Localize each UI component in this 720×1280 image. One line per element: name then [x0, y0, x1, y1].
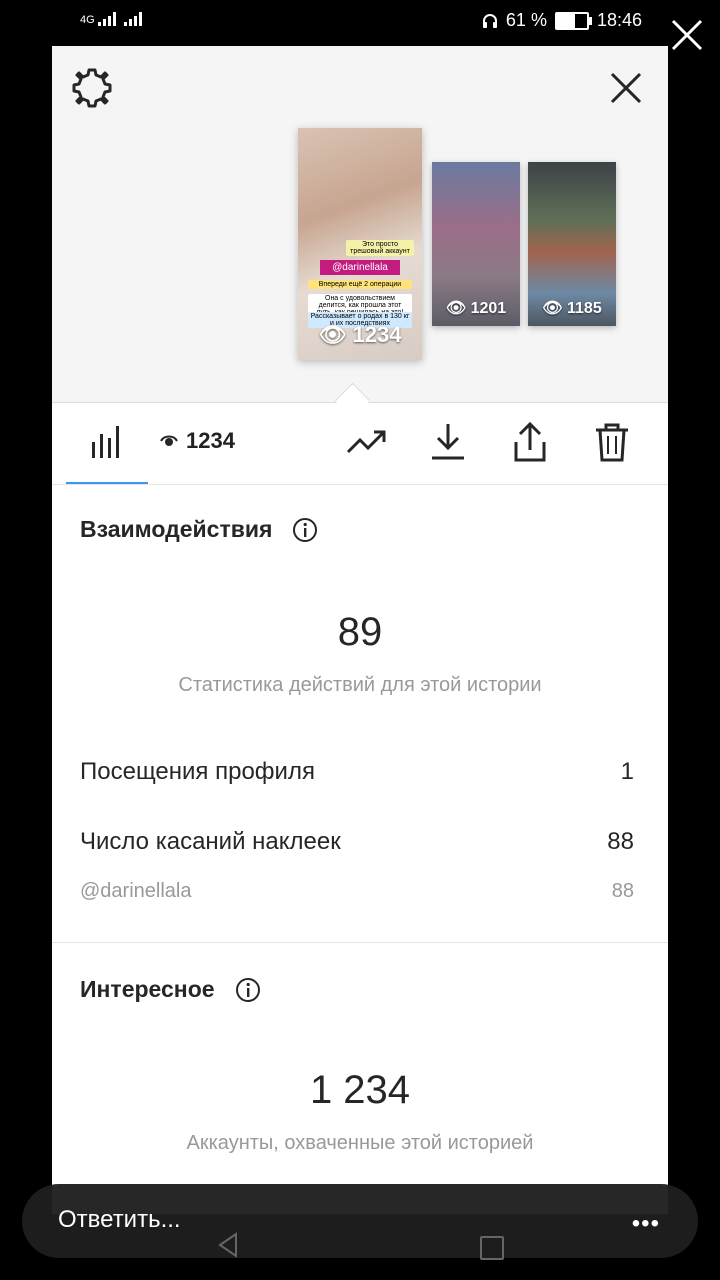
story-views: 👁 1234 — [318, 322, 402, 347]
eye-icon: 👁 — [542, 300, 568, 317]
status-right: 61 % 18:46 — [482, 10, 642, 31]
headphones-icon — [482, 13, 497, 28]
battery-fill — [556, 13, 576, 28]
interactions-header: Взаимодействия — [80, 516, 318, 543]
section-title: Взаимодействия — [80, 516, 273, 542]
tab-insights[interactable] — [66, 402, 148, 484]
interactions-total: 89 — [337, 610, 383, 654]
stat-row-mention[interactable]: @darinellala 88 — [80, 880, 634, 903]
info-icon[interactable] — [292, 517, 318, 543]
discovery-header: Интересное — [80, 976, 261, 1003]
section-title: Интересное — [80, 976, 215, 1002]
eye-icon — [160, 435, 178, 446]
reach-total: 1 234 — [309, 1068, 411, 1112]
story-views: 👁 1201 — [445, 300, 507, 317]
viewers-count: 1234 — [186, 428, 235, 453]
gear-icon[interactable] — [70, 66, 114, 110]
story-sticker: Это просто трешовый аккаунт — [346, 240, 414, 256]
nav-back-icon[interactable] — [216, 1232, 240, 1258]
story-views: 👁 1185 — [542, 300, 602, 317]
stat-row-profile-visits: Посещения профиля 1 — [80, 758, 634, 786]
insights-sheet: Это просто трешовый аккаунт @darinellala… — [52, 46, 668, 1214]
trash-icon[interactable] — [590, 420, 634, 464]
close-overlay-icon[interactable] — [670, 18, 704, 52]
story-toolbar: 1234 — [52, 402, 668, 485]
mention-sticker: @darinellala — [320, 260, 400, 275]
eye-icon: 👁 — [318, 322, 353, 347]
tab-viewers[interactable]: 1234 — [160, 428, 235, 454]
stat-label: @darinellala — [80, 880, 192, 902]
story-preview-area: Это просто трешовый аккаунт @darinellala… — [52, 46, 668, 403]
stat-value: 1 — [620, 758, 634, 785]
more-icon[interactable]: ••• — [632, 1210, 660, 1238]
story-sticker: Впереди ещё 2 операции — [308, 280, 412, 289]
divider — [52, 942, 668, 943]
download-icon[interactable] — [426, 420, 470, 464]
interactions-caption: Статистика действий для этой истории — [178, 674, 542, 696]
signal-icon-2 — [124, 12, 144, 29]
battery-percent: 61 % — [505, 10, 547, 30]
signal-icon: 4G — [80, 12, 118, 26]
reply-bar[interactable]: Ответить... ••• — [22, 1184, 698, 1258]
reply-input[interactable]: Ответить... — [58, 1206, 181, 1234]
network-type: 4G — [80, 14, 95, 26]
close-icon[interactable] — [608, 70, 644, 106]
story-thumbnail-selected[interactable]: Это просто трешовый аккаунт @darinellala… — [298, 128, 422, 360]
bar-chart-icon — [92, 426, 119, 458]
clock: 18:46 — [596, 10, 642, 30]
nav-home-icon[interactable] — [480, 1236, 504, 1260]
stat-value: 88 — [607, 828, 634, 855]
story-thumbnail[interactable]: 👁 1201 — [432, 162, 520, 326]
eye-icon: 👁 — [445, 300, 471, 317]
share-icon[interactable] — [508, 420, 552, 464]
reach-caption: Аккаунты, охваченные этой историей — [186, 1132, 534, 1154]
stat-label: Число касаний наклеек — [80, 828, 341, 855]
stat-value: 88 — [611, 880, 634, 902]
trending-icon[interactable] — [344, 420, 388, 464]
stat-row-sticker-taps: Число касаний наклеек 88 — [80, 828, 634, 856]
status-bar: 4G 61 % 18:46 — [0, 0, 720, 51]
story-thumbnail[interactable]: 👁 1185 — [528, 162, 616, 326]
info-icon[interactable] — [235, 977, 261, 1003]
battery-icon — [554, 11, 592, 30]
stat-label: Посещения профиля — [80, 758, 315, 785]
